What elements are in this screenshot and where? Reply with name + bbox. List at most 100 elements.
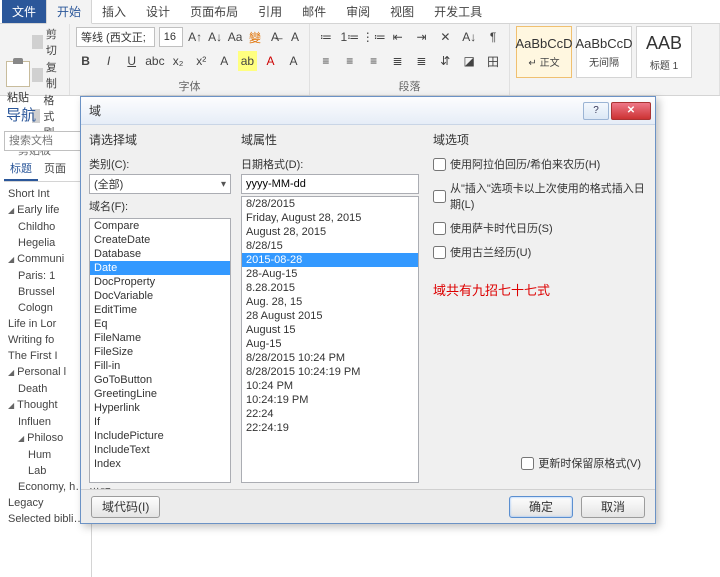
tab-file[interactable]: 文件 (2, 0, 46, 23)
align-right-icon[interactable]: ≡ (364, 51, 384, 71)
asian-layout-icon[interactable]: ✕ (435, 27, 455, 47)
nav-item[interactable]: The First I (4, 348, 87, 364)
multilevel-list-icon[interactable]: ⋮≔ (364, 27, 384, 47)
nav-item[interactable]: Influen (4, 414, 87, 430)
field-item[interactable]: FileSize (90, 345, 230, 359)
cut-button[interactable]: 剪切 (32, 26, 63, 58)
field-item[interactable]: Fill-in (90, 359, 230, 373)
format-item[interactable]: Aug-15 (242, 337, 418, 351)
opt-lastused[interactable]: 从"插入"选项卡以上次使用的格式插入日期(L) (433, 180, 647, 212)
format-item[interactable]: 8/28/15 (242, 239, 418, 253)
tab-mailings[interactable]: 邮件 (292, 0, 336, 23)
field-item[interactable]: EditTime (90, 303, 230, 317)
highlight-icon[interactable]: ab (238, 51, 257, 71)
sort-icon[interactable]: A↓ (459, 27, 479, 47)
preserve-formatting[interactable]: 更新时保留原格式(V) (521, 455, 641, 471)
category-select[interactable]: (全部) (89, 174, 231, 194)
opt-saka-checkbox[interactable] (433, 222, 446, 235)
nav-item[interactable]: Paris: 1 (4, 268, 87, 284)
nav-item[interactable]: Brussel (4, 284, 87, 300)
field-item[interactable]: If (90, 415, 230, 429)
tab-design[interactable]: 设计 (136, 0, 180, 23)
field-item[interactable]: DocProperty (90, 275, 230, 289)
field-listbox[interactable]: CompareCreateDateDatabaseDateDocProperty… (89, 218, 231, 483)
text-effects-icon[interactable]: A (215, 51, 234, 71)
change-case-icon[interactable]: Aa (227, 27, 243, 47)
font-name-select[interactable]: 等线 (西文正; (76, 27, 155, 47)
field-item[interactable]: DocVariable (90, 289, 230, 303)
field-item[interactable]: GoToButton (90, 373, 230, 387)
nav-item[interactable]: Childho (4, 219, 87, 235)
nav-item[interactable]: Early life (4, 202, 87, 219)
format-item[interactable]: 2015-08-28 (242, 253, 418, 267)
date-format-listbox[interactable]: 8/28/2015Friday, August 28, 2015August 2… (241, 196, 419, 483)
distributed-icon[interactable]: ≣ (412, 51, 432, 71)
tab-insert[interactable]: 插入 (92, 0, 136, 23)
numbering-icon[interactable]: 1≔ (340, 27, 360, 47)
show-formatting-icon[interactable]: ¶ (483, 27, 503, 47)
align-center-icon[interactable]: ≡ (340, 51, 360, 71)
clear-formatting-icon[interactable]: A̶ (267, 27, 283, 47)
field-item[interactable]: GreetingLine (90, 387, 230, 401)
field-item[interactable]: CreateDate (90, 233, 230, 247)
bold-icon[interactable]: B (76, 51, 95, 71)
nav-item[interactable]: Death (4, 381, 87, 397)
tab-home[interactable]: 开始 (46, 0, 92, 24)
tab-view[interactable]: 视图 (380, 0, 424, 23)
format-item[interactable]: 8/28/2015 10:24 PM (242, 351, 418, 365)
opt-saka[interactable]: 使用萨卡时代日历(S) (433, 220, 647, 236)
field-item[interactable]: IncludeText (90, 443, 230, 457)
tab-developer[interactable]: 开发工具 (424, 0, 492, 23)
nav-item[interactable]: Writing fo (4, 332, 87, 348)
field-item[interactable]: Date (90, 261, 230, 275)
nav-item[interactable]: Hegelia (4, 235, 87, 251)
tab-references[interactable]: 引用 (248, 0, 292, 23)
character-shading-icon[interactable]: A (284, 51, 303, 71)
underline-icon[interactable]: U (122, 51, 141, 71)
font-color-icon[interactable]: A (261, 51, 280, 71)
copy-button[interactable]: 复制 (32, 59, 63, 91)
opt-hijri[interactable]: 使用阿拉伯回历/希伯来农历(H) (433, 156, 647, 172)
nav-item[interactable]: Life in Lor (4, 316, 87, 332)
shrink-font-icon[interactable]: A↓ (207, 27, 223, 47)
format-item[interactable]: 22:24 (242, 407, 418, 421)
italic-icon[interactable]: I (99, 51, 118, 71)
nav-item[interactable]: Personal l (4, 364, 87, 381)
line-spacing-icon[interactable]: ⇵ (435, 51, 455, 71)
format-item[interactable]: 10:24 PM (242, 379, 418, 393)
field-item[interactable]: IncludePicture (90, 429, 230, 443)
strikethrough-icon[interactable]: abc (145, 51, 164, 71)
date-format-input[interactable] (241, 174, 419, 194)
cancel-button[interactable]: 取消 (581, 496, 645, 518)
align-left-icon[interactable]: ≡ (316, 51, 336, 71)
nav-item[interactable]: Legacy (4, 495, 87, 511)
nav-item[interactable]: Economy, history and society (4, 479, 87, 495)
nav-tab-headings[interactable]: 标题 (4, 157, 38, 181)
font-size-select[interactable]: 16 (159, 27, 183, 47)
bullets-icon[interactable]: ≔ (316, 27, 336, 47)
field-item[interactable]: Hyperlink (90, 401, 230, 415)
phonetic-guide-icon[interactable]: 變 (247, 27, 263, 47)
style-normal[interactable]: AaBbCcD ↵ 正文 (516, 26, 572, 78)
close-button[interactable]: ✕ (611, 102, 651, 120)
format-item[interactable]: 8/28/2015 (242, 197, 418, 211)
tab-layout[interactable]: 页面布局 (180, 0, 248, 23)
opt-umalqura-checkbox[interactable] (433, 246, 446, 259)
style-heading1[interactable]: AAB 标题 1 (636, 26, 692, 78)
format-item[interactable]: 8.28.2015 (242, 281, 418, 295)
search-input[interactable] (4, 131, 87, 151)
format-item[interactable]: 28-Aug-15 (242, 267, 418, 281)
subscript-icon[interactable]: x₂ (169, 51, 188, 71)
tab-review[interactable]: 审阅 (336, 0, 380, 23)
format-item[interactable]: August 28, 2015 (242, 225, 418, 239)
format-item[interactable]: Friday, August 28, 2015 (242, 211, 418, 225)
format-item[interactable]: 8/28/2015 10:24:19 PM (242, 365, 418, 379)
dialog-titlebar[interactable]: 域 ? ✕ (81, 97, 655, 125)
decrease-indent-icon[interactable]: ⇤ (388, 27, 408, 47)
opt-umalqura[interactable]: 使用古兰经历(U) (433, 244, 647, 260)
opt-hijri-checkbox[interactable] (433, 158, 446, 171)
nav-item[interactable]: Philoso (4, 430, 87, 447)
nav-tab-pages[interactable]: 页面 (38, 157, 72, 181)
format-item[interactable]: 28 August 2015 (242, 309, 418, 323)
nav-item[interactable]: Thought (4, 397, 87, 414)
